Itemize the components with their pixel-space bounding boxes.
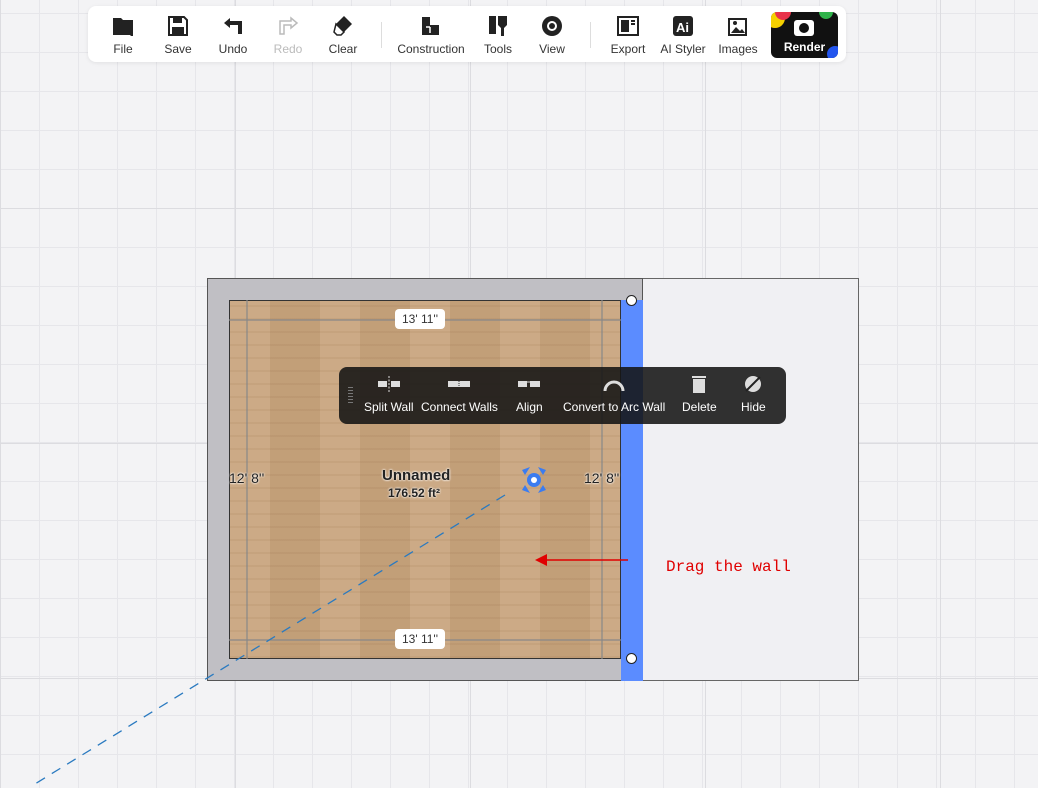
dimension-right: 12' 8''	[584, 470, 620, 486]
hide-button[interactable]: Hide	[741, 375, 766, 414]
drag-grip-icon[interactable]	[348, 387, 353, 405]
room-area: 176.52 ft²	[388, 486, 441, 500]
align-button[interactable]: Align	[516, 375, 543, 414]
split-wall-button[interactable]: Split Wall	[364, 375, 414, 414]
connect-walls-icon	[448, 381, 471, 387]
split-wall-icon	[377, 376, 400, 392]
dimension-bottom: 13' 11''	[395, 629, 446, 649]
convert-to-arc-wall-button[interactable]: Convert to Arc Wall	[563, 375, 665, 414]
hide-icon	[745, 376, 762, 392]
move-handle-icon	[522, 467, 546, 493]
arc-icon	[603, 380, 625, 392]
dimension-top: 13' 11''	[395, 309, 446, 329]
align-icon	[518, 381, 541, 387]
room-name[interactable]: Unnamed	[382, 467, 450, 484]
dimension-left: 12' 8''	[229, 470, 265, 486]
wall-context-menu: Split Wall Connect Walls Align Convert t…	[339, 367, 786, 424]
trash-icon	[692, 376, 707, 393]
connect-walls-button[interactable]: Connect Walls	[421, 375, 498, 414]
drag-hint-annotation: Drag the wall	[666, 558, 791, 576]
wall-endpoint-handle[interactable]	[626, 653, 637, 664]
delete-button[interactable]: Delete	[682, 375, 717, 414]
wall-endpoint-handle[interactable]	[626, 295, 637, 306]
